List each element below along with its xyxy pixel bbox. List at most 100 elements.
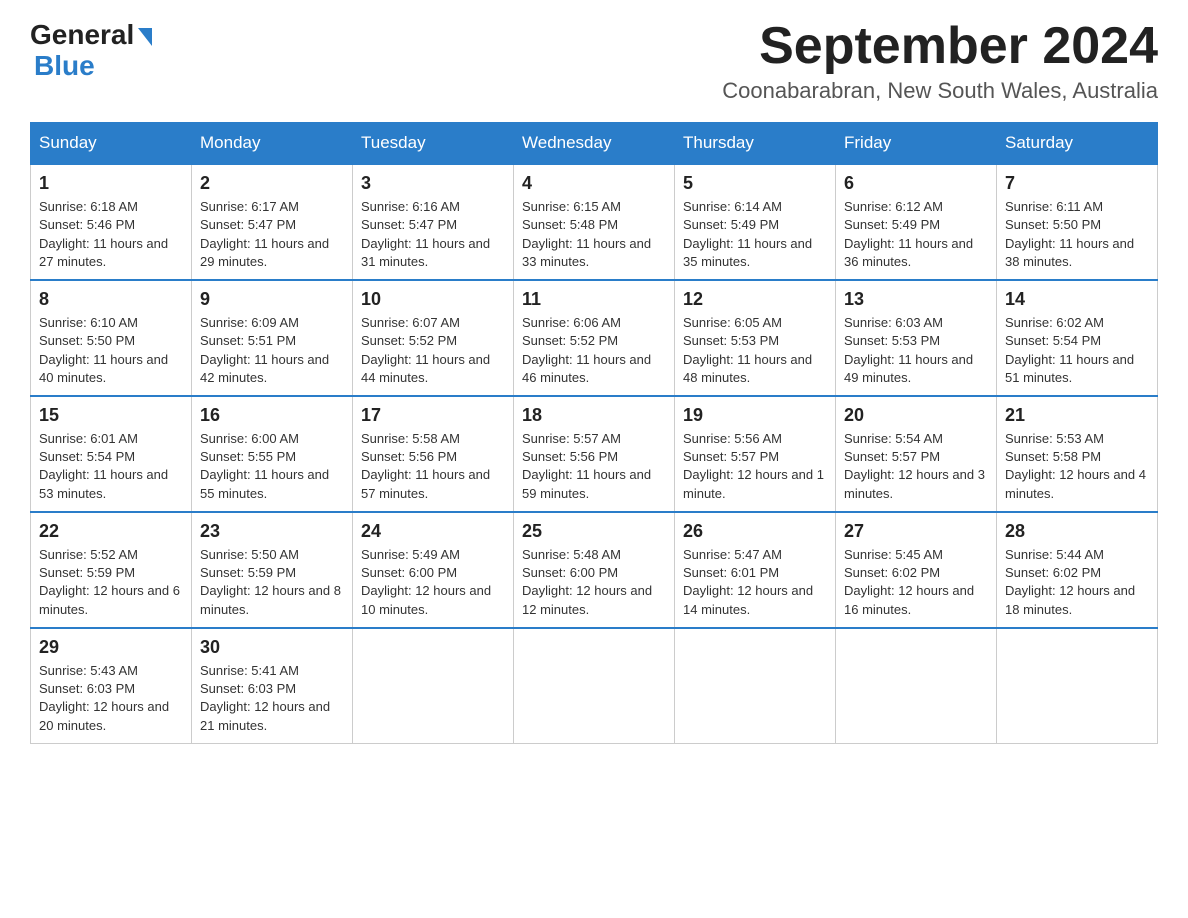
day-number: 21 [1005,403,1149,428]
day-info: Sunrise: 6:09 AMSunset: 5:51 PMDaylight:… [200,314,344,387]
day-info: Sunrise: 5:48 AMSunset: 6:00 PMDaylight:… [522,546,666,619]
day-number: 7 [1005,171,1149,196]
day-number: 20 [844,403,988,428]
day-info: Sunrise: 5:57 AMSunset: 5:56 PMDaylight:… [522,430,666,503]
day-info: Sunrise: 6:11 AMSunset: 5:50 PMDaylight:… [1005,198,1149,271]
day-number: 11 [522,287,666,312]
day-number: 22 [39,519,183,544]
day-info: Sunrise: 5:44 AMSunset: 6:02 PMDaylight:… [1005,546,1149,619]
logo-blue-text: Blue [34,51,95,82]
day-info: Sunrise: 5:43 AMSunset: 6:03 PMDaylight:… [39,662,183,735]
day-info: Sunrise: 5:49 AMSunset: 6:00 PMDaylight:… [361,546,505,619]
calendar-week-row: 22Sunrise: 5:52 AMSunset: 5:59 PMDayligh… [31,512,1158,628]
day-number: 4 [522,171,666,196]
table-row: 2Sunrise: 6:17 AMSunset: 5:47 PMDaylight… [192,164,353,280]
title-section: September 2024 Coonabarabran, New South … [722,20,1158,104]
table-row: 11Sunrise: 6:06 AMSunset: 5:52 PMDayligh… [514,280,675,396]
table-row: 26Sunrise: 5:47 AMSunset: 6:01 PMDayligh… [675,512,836,628]
day-number: 24 [361,519,505,544]
col-saturday: Saturday [997,123,1158,165]
calendar-header-row: Sunday Monday Tuesday Wednesday Thursday… [31,123,1158,165]
day-number: 12 [683,287,827,312]
day-number: 14 [1005,287,1149,312]
table-row: 13Sunrise: 6:03 AMSunset: 5:53 PMDayligh… [836,280,997,396]
day-info: Sunrise: 6:16 AMSunset: 5:47 PMDaylight:… [361,198,505,271]
calendar-table: Sunday Monday Tuesday Wednesday Thursday… [30,122,1158,744]
day-info: Sunrise: 5:41 AMSunset: 6:03 PMDaylight:… [200,662,344,735]
calendar-week-row: 8Sunrise: 6:10 AMSunset: 5:50 PMDaylight… [31,280,1158,396]
table-row [997,628,1158,743]
table-row: 25Sunrise: 5:48 AMSunset: 6:00 PMDayligh… [514,512,675,628]
day-number: 16 [200,403,344,428]
page-header: General Blue September 2024 Coonabarabra… [30,20,1158,104]
day-info: Sunrise: 5:58 AMSunset: 5:56 PMDaylight:… [361,430,505,503]
table-row: 15Sunrise: 6:01 AMSunset: 5:54 PMDayligh… [31,396,192,512]
day-number: 2 [200,171,344,196]
table-row: 9Sunrise: 6:09 AMSunset: 5:51 PMDaylight… [192,280,353,396]
table-row: 3Sunrise: 6:16 AMSunset: 5:47 PMDaylight… [353,164,514,280]
day-info: Sunrise: 5:53 AMSunset: 5:58 PMDaylight:… [1005,430,1149,503]
col-monday: Monday [192,123,353,165]
day-info: Sunrise: 6:18 AMSunset: 5:46 PMDaylight:… [39,198,183,271]
day-info: Sunrise: 5:54 AMSunset: 5:57 PMDaylight:… [844,430,988,503]
table-row: 10Sunrise: 6:07 AMSunset: 5:52 PMDayligh… [353,280,514,396]
col-friday: Friday [836,123,997,165]
day-number: 27 [844,519,988,544]
day-number: 10 [361,287,505,312]
day-number: 6 [844,171,988,196]
day-info: Sunrise: 5:56 AMSunset: 5:57 PMDaylight:… [683,430,827,503]
col-sunday: Sunday [31,123,192,165]
day-info: Sunrise: 6:15 AMSunset: 5:48 PMDaylight:… [522,198,666,271]
day-info: Sunrise: 6:14 AMSunset: 5:49 PMDaylight:… [683,198,827,271]
logo-arrow-icon [138,28,152,46]
day-number: 5 [683,171,827,196]
table-row: 28Sunrise: 5:44 AMSunset: 6:02 PMDayligh… [997,512,1158,628]
table-row: 4Sunrise: 6:15 AMSunset: 5:48 PMDaylight… [514,164,675,280]
table-row [675,628,836,743]
table-row: 7Sunrise: 6:11 AMSunset: 5:50 PMDaylight… [997,164,1158,280]
table-row: 17Sunrise: 5:58 AMSunset: 5:56 PMDayligh… [353,396,514,512]
day-number: 8 [39,287,183,312]
day-number: 15 [39,403,183,428]
day-info: Sunrise: 6:03 AMSunset: 5:53 PMDaylight:… [844,314,988,387]
table-row: 24Sunrise: 5:49 AMSunset: 6:00 PMDayligh… [353,512,514,628]
day-number: 1 [39,171,183,196]
day-info: Sunrise: 6:01 AMSunset: 5:54 PMDaylight:… [39,430,183,503]
table-row: 18Sunrise: 5:57 AMSunset: 5:56 PMDayligh… [514,396,675,512]
table-row: 30Sunrise: 5:41 AMSunset: 6:03 PMDayligh… [192,628,353,743]
day-info: Sunrise: 6:12 AMSunset: 5:49 PMDaylight:… [844,198,988,271]
table-row: 19Sunrise: 5:56 AMSunset: 5:57 PMDayligh… [675,396,836,512]
day-number: 17 [361,403,505,428]
table-row [836,628,997,743]
location-subtitle: Coonabarabran, New South Wales, Australi… [722,78,1158,104]
day-info: Sunrise: 6:06 AMSunset: 5:52 PMDaylight:… [522,314,666,387]
day-number: 26 [683,519,827,544]
table-row: 5Sunrise: 6:14 AMSunset: 5:49 PMDaylight… [675,164,836,280]
day-info: Sunrise: 5:50 AMSunset: 5:59 PMDaylight:… [200,546,344,619]
day-number: 3 [361,171,505,196]
table-row: 14Sunrise: 6:02 AMSunset: 5:54 PMDayligh… [997,280,1158,396]
table-row: 16Sunrise: 6:00 AMSunset: 5:55 PMDayligh… [192,396,353,512]
table-row: 29Sunrise: 5:43 AMSunset: 6:03 PMDayligh… [31,628,192,743]
day-number: 13 [844,287,988,312]
table-row: 8Sunrise: 6:10 AMSunset: 5:50 PMDaylight… [31,280,192,396]
table-row: 21Sunrise: 5:53 AMSunset: 5:58 PMDayligh… [997,396,1158,512]
month-year-title: September 2024 [722,20,1158,72]
day-info: Sunrise: 6:10 AMSunset: 5:50 PMDaylight:… [39,314,183,387]
day-number: 23 [200,519,344,544]
day-number: 9 [200,287,344,312]
table-row: 12Sunrise: 6:05 AMSunset: 5:53 PMDayligh… [675,280,836,396]
table-row: 22Sunrise: 5:52 AMSunset: 5:59 PMDayligh… [31,512,192,628]
table-row: 23Sunrise: 5:50 AMSunset: 5:59 PMDayligh… [192,512,353,628]
day-info: Sunrise: 6:17 AMSunset: 5:47 PMDaylight:… [200,198,344,271]
table-row [353,628,514,743]
table-row [514,628,675,743]
day-info: Sunrise: 5:52 AMSunset: 5:59 PMDaylight:… [39,546,183,619]
table-row: 20Sunrise: 5:54 AMSunset: 5:57 PMDayligh… [836,396,997,512]
table-row: 6Sunrise: 6:12 AMSunset: 5:49 PMDaylight… [836,164,997,280]
day-number: 25 [522,519,666,544]
calendar-week-row: 29Sunrise: 5:43 AMSunset: 6:03 PMDayligh… [31,628,1158,743]
col-wednesday: Wednesday [514,123,675,165]
day-info: Sunrise: 6:05 AMSunset: 5:53 PMDaylight:… [683,314,827,387]
col-thursday: Thursday [675,123,836,165]
